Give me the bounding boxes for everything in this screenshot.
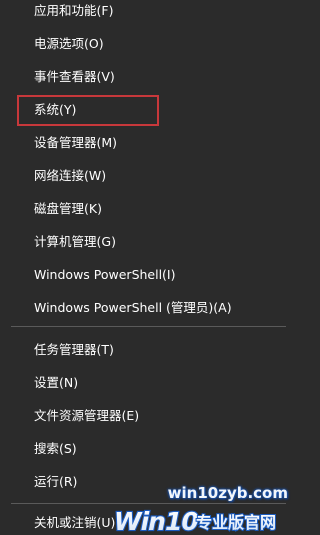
watermark: win10zyb.com Win10 专业版官网 (112, 482, 296, 535)
menu-item-powershell[interactable]: Windows PowerShell(I) (0, 258, 296, 291)
menu-item-device-manager[interactable]: 设备管理器(M) (0, 126, 296, 159)
menu-item-network-connections[interactable]: 网络连接(W) (0, 159, 296, 192)
menu-item-disk-management[interactable]: 磁盘管理(K) (0, 192, 296, 225)
watermark-logo: Win10 专业版官网 (113, 506, 277, 535)
menu-item-powershell-admin[interactable]: Windows PowerShell (管理员)(A) (0, 291, 296, 324)
menu-item-event-viewer[interactable]: 事件查看器(V) (0, 60, 296, 93)
svg-text:专业版官网: 专业版官网 (196, 513, 276, 532)
highlight-annotation-box (17, 95, 159, 126)
menu-item-search[interactable]: 搜索(S) (0, 432, 296, 465)
menu-item-task-manager[interactable]: 任务管理器(T) (0, 333, 296, 366)
menu-item-apps-and-features[interactable]: 应用和功能(F) (0, 0, 296, 27)
menu-separator (11, 326, 286, 327)
menu-item-file-explorer[interactable]: 文件资源管理器(E) (0, 399, 296, 432)
watermark-url: win10zyb.com (167, 484, 288, 502)
menu-item-power-options[interactable]: 电源选项(O) (0, 27, 296, 60)
menu-item-settings[interactable]: 设置(N) (0, 366, 296, 399)
menu-item-computer-management[interactable]: 计算机管理(G) (0, 225, 296, 258)
winx-context-menu: 应用和功能(F) 电源选项(O) 事件查看器(V) 系统(Y) 设备管理器(M)… (0, 0, 296, 535)
svg-text:Win10: Win10 (114, 507, 198, 535)
